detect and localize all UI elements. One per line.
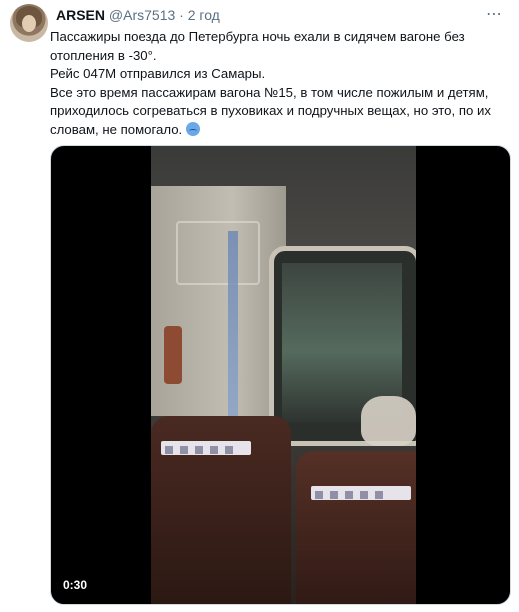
passenger-hood [361,396,416,446]
fire-extinguisher [164,326,182,384]
seat-back-right [296,451,416,604]
tweet-line-1: Пассажиры поезда до Петербурга ночь ехал… [50,29,465,63]
seat-label-right [311,486,411,500]
video-player[interactable]: 0:30 [50,145,511,605]
tweet-header: ARSEN @Ars7513 · 2 год [56,6,220,24]
tweet-text: Пассажиры поезда до Петербурга ночь ехал… [50,28,512,140]
tweet-line-3-text: Все это время пассажирам вагона №15, в т… [50,84,491,137]
cold-face-emoji-icon [185,121,200,136]
video-duration: 0:30 [63,578,88,592]
video-frame [151,146,416,604]
tweet-time[interactable]: 2 год [188,7,220,23]
tweet-line-2: Рейс 047М отправился из Самары. [50,66,266,82]
coat-hooks [176,221,260,285]
separator-dot: · [179,7,184,23]
more-dots-icon[interactable]: ⋯ [486,4,503,24]
author-name[interactable]: ARSEN [56,7,105,23]
seat-label-left [161,441,251,455]
author-handle[interactable]: @Ars7513 [109,7,175,23]
avatar[interactable] [10,4,48,42]
avatar-face [22,15,36,32]
tweet-line-3: Все это время пассажирам вагона №15, в т… [50,84,512,140]
